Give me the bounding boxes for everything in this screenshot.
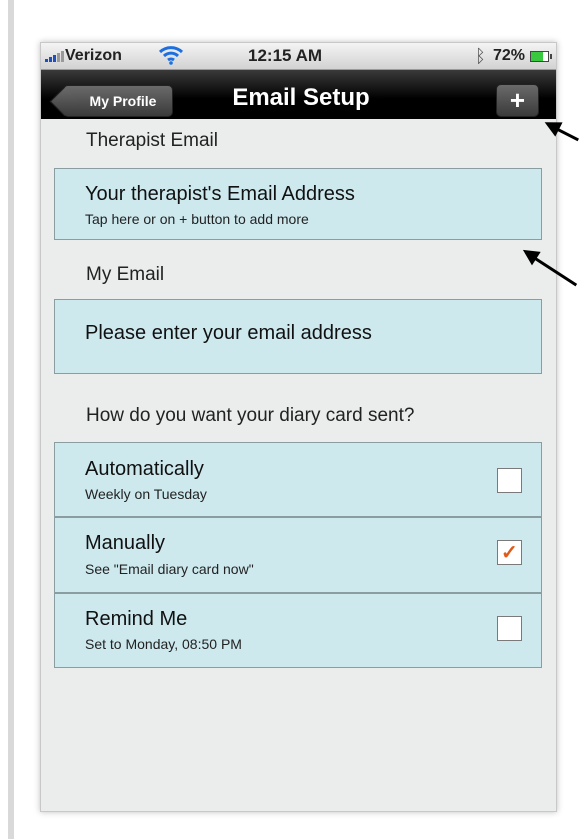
delivery-section-label: How do you want your diary card sent? — [86, 405, 415, 426]
bluetooth-icon: ᛒ — [475, 46, 486, 66]
manually-checkbox[interactable]: ✓ — [497, 540, 522, 565]
option-title: Automatically — [85, 458, 204, 480]
wifi-icon — [158, 45, 184, 65]
status-time: 12:15 AM — [248, 46, 323, 65]
my-email-placeholder: Please enter your email address — [85, 322, 372, 344]
option-subtitle: Weekly on Tuesday — [85, 486, 207, 502]
option-title: Remind Me — [85, 608, 188, 630]
automatically-checkbox[interactable] — [497, 468, 522, 493]
settings-list: Therapist Email Your therapist's Email A… — [41, 119, 556, 811]
battery-percentage: 72% — [493, 47, 526, 64]
navigation-bar: My Profile Email Setup + — [41, 70, 556, 119]
option-title: Manually — [85, 532, 166, 554]
back-button-label: My Profile — [89, 93, 157, 109]
remind-me-checkbox[interactable] — [497, 616, 522, 641]
my-email-field[interactable]: Please enter your email address — [54, 299, 542, 374]
option-subtitle: Set to Monday, 08:50 PM — [85, 636, 242, 652]
page-title: Email Setup — [232, 84, 370, 111]
option-remind-me[interactable]: Remind Me Set to Monday, 08:50 PM — [54, 593, 542, 668]
status-bar: Verizon 12:15 AM ᛒ 72% — [41, 43, 556, 70]
my-email-section-label: My Email — [86, 264, 165, 285]
carrier-name: Verizon — [65, 47, 122, 64]
option-automatically[interactable]: Automatically Weekly on Tuesday — [54, 442, 542, 517]
phone-screen: Verizon 12:15 AM ᛒ 72% My Profile Email … — [40, 42, 557, 812]
option-manually[interactable]: Manually See "Email diary card now" ✓ — [54, 517, 542, 593]
therapist-email-section-label: Therapist Email — [86, 130, 218, 151]
therapist-email-title: Your therapist's Email Address — [85, 183, 355, 205]
therapist-email-cell[interactable]: Your therapist's Email Address Tap here … — [54, 168, 542, 240]
option-subtitle: See "Email diary card now" — [85, 561, 254, 577]
my-profile-back-button[interactable]: My Profile — [63, 85, 173, 117]
battery-icon — [530, 51, 552, 62]
add-email-button[interactable]: + — [496, 84, 539, 117]
checkmark-icon: ✓ — [501, 542, 518, 564]
signal-bars-icon — [45, 51, 64, 62]
therapist-email-hint: Tap here or on + button to add more — [85, 211, 309, 227]
page-left-border — [8, 0, 14, 839]
